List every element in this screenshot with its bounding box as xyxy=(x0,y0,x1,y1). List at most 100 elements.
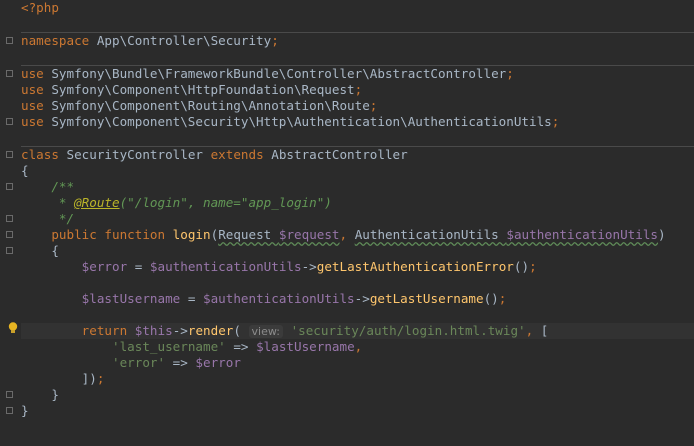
code-token: { xyxy=(21,163,29,178)
fold-marker-icon[interactable] xyxy=(6,37,13,44)
code-line[interactable]: /** xyxy=(6,179,694,195)
code-line[interactable]: public function login(Request $request, … xyxy=(6,227,694,243)
code-line[interactable]: $lastUsername = $authenticationUtils->ge… xyxy=(21,291,694,307)
code-token: $lastUsername xyxy=(256,339,355,354)
lightbulb-icon[interactable] xyxy=(8,322,18,334)
code-line[interactable]: { xyxy=(6,243,694,259)
code-token: 'security/auth/login.html.twig' xyxy=(290,323,526,338)
code-token: -> xyxy=(301,259,317,274)
code-line[interactable]: return $this->render( view: 'security/au… xyxy=(21,323,694,339)
code-token: ; xyxy=(529,259,537,274)
code-token: Symfony\Component\Routing\Annotation\Rou… xyxy=(43,98,370,113)
code-token: -> xyxy=(172,323,188,338)
code-line[interactable]: use Symfony\Component\Security\Http\Auth… xyxy=(6,114,694,130)
code-line[interactable]: use Symfony\Component\HttpFoundation\Req… xyxy=(21,82,694,98)
code-token: => xyxy=(165,355,196,370)
code-token: public function xyxy=(51,227,166,242)
code-line[interactable] xyxy=(21,16,694,32)
parameter-hint: view: xyxy=(248,325,283,338)
code-token: $error xyxy=(195,355,241,370)
code-line[interactable]: <?php xyxy=(21,0,694,16)
code-token: ; xyxy=(506,66,514,81)
code-line[interactable]: $error = $authenticationUtils->getLastAu… xyxy=(21,259,694,275)
code-token: getLastAuthenticationError xyxy=(316,259,514,274)
code-token: [ xyxy=(540,323,549,338)
code-token: use xyxy=(21,82,44,97)
code-token: ; xyxy=(96,371,105,386)
editor-gutter[interactable] xyxy=(0,0,18,446)
code-line[interactable]: use Symfony\Bundle\FrameworkBundle\Contr… xyxy=(6,65,694,82)
code-token: */ xyxy=(21,211,75,226)
fold-marker-icon[interactable] xyxy=(6,407,13,414)
code-token: class xyxy=(21,147,59,162)
code-token: $this xyxy=(134,323,173,338)
code-line[interactable]: 'error' => $error xyxy=(21,355,694,371)
code-token: $error xyxy=(81,259,128,274)
code-token: render xyxy=(187,323,234,338)
code-token: $authenticationUtils xyxy=(506,227,659,242)
code-line[interactable] xyxy=(21,275,694,291)
code-token: @Route xyxy=(74,195,120,210)
code-area[interactable]: <?php namespace App\Controller\Security; u… xyxy=(6,0,694,435)
code-line[interactable] xyxy=(21,49,694,65)
code-token: ; xyxy=(271,33,279,48)
code-token: ; xyxy=(498,291,507,306)
code-token: } xyxy=(21,403,29,418)
code-token: ) xyxy=(658,227,666,242)
fold-marker-icon[interactable] xyxy=(6,391,13,398)
code-line[interactable]: */ xyxy=(6,211,694,227)
code-token: Request xyxy=(218,227,279,242)
code-token: ; xyxy=(354,82,363,97)
code-line[interactable] xyxy=(21,130,694,146)
code-token: App\Controller\Security xyxy=(89,33,272,48)
code-token: , xyxy=(525,323,541,338)
fold-marker-icon[interactable] xyxy=(6,70,13,77)
code-token: extends xyxy=(210,147,264,162)
code-token: ]) xyxy=(21,371,97,386)
code-line[interactable]: ]); xyxy=(21,371,694,387)
code-token: = xyxy=(180,291,203,306)
code-token: ("/login", name="app_login") xyxy=(119,195,332,210)
code-token: $request xyxy=(278,227,340,242)
code-line[interactable]: namespace App\Controller\Security; xyxy=(6,32,694,49)
code-token: Symfony\Component\HttpFoundation\Request xyxy=(43,82,355,97)
code-token: -> xyxy=(354,291,370,306)
fold-marker-icon[interactable] xyxy=(6,231,13,238)
code-token: * xyxy=(21,195,75,210)
code-token: = xyxy=(127,259,150,274)
code-editor[interactable]: <?php namespace App\Controller\Security; u… xyxy=(0,0,694,446)
code-line[interactable]: class SecurityController extends Abstrac… xyxy=(6,146,694,163)
code-line[interactable]: use Symfony\Component\Routing\Annotation… xyxy=(21,98,694,114)
code-line[interactable]: } xyxy=(6,387,694,403)
code-line[interactable]: } xyxy=(6,403,694,419)
code-token: use xyxy=(21,98,44,113)
fold-marker-icon[interactable] xyxy=(6,215,13,222)
code-token: => xyxy=(225,339,257,354)
fold-marker-icon[interactable] xyxy=(6,118,13,125)
fold-marker-icon[interactable] xyxy=(6,183,13,190)
code-line[interactable]: 'last_username' => $lastUsername, xyxy=(21,339,694,355)
code-token: ; xyxy=(551,114,560,129)
code-line[interactable] xyxy=(21,307,694,323)
fold-marker-icon[interactable] xyxy=(6,151,13,158)
code-line[interactable] xyxy=(21,419,694,435)
code-token: $authenticationUtils xyxy=(203,291,355,306)
code-line[interactable]: * @Route("/login", name="app_login") xyxy=(21,195,694,211)
code-token: use xyxy=(21,66,44,81)
code-token: AbstractController xyxy=(263,147,408,162)
code-token: use xyxy=(21,114,44,129)
code-token: <?php xyxy=(21,0,59,15)
code-token: AuthenticationUtils xyxy=(354,227,507,242)
code-token: , xyxy=(339,227,355,242)
code-token: Symfony\Bundle\FrameworkBundle\Controlle… xyxy=(43,66,507,81)
code-line[interactable]: { xyxy=(21,163,694,179)
code-token: } xyxy=(21,387,59,402)
code-token: $lastUsername xyxy=(81,291,181,306)
fold-marker-icon[interactable] xyxy=(6,247,13,254)
